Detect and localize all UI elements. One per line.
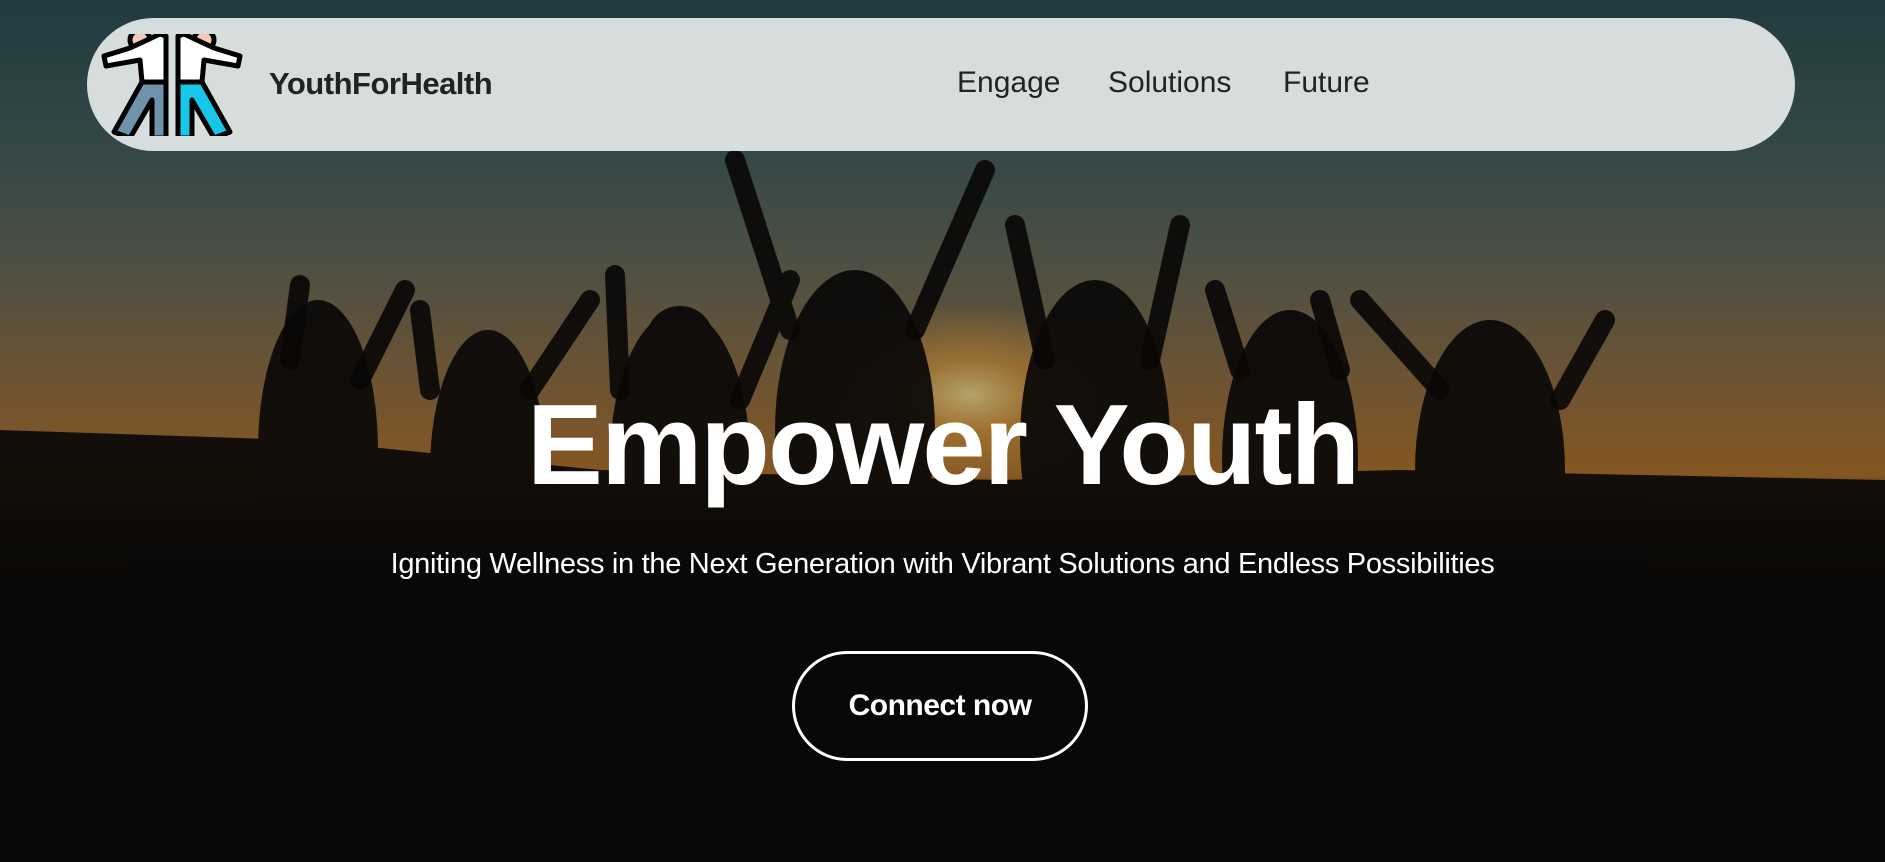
brand-name[interactable]: YouthForHealth [269,66,493,102]
high-five-people-icon[interactable] [100,34,244,136]
nav-link-solutions[interactable]: Solutions [1108,66,1231,100]
nav-link-engage[interactable]: Engage [957,66,1060,100]
hero-subtitle: Igniting Wellness in the Next Generation… [390,548,1495,580]
connect-now-button[interactable]: Connect now [792,651,1088,761]
nav-link-future[interactable]: Future [1283,66,1370,100]
hero-title: Empower Youth [526,382,1360,509]
